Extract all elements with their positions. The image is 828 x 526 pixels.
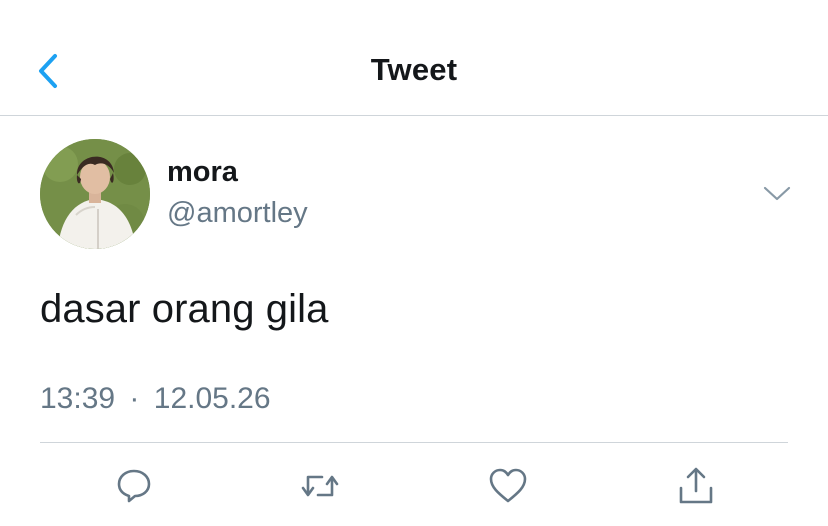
retweet-button[interactable] <box>298 464 342 508</box>
username[interactable]: @amortley <box>167 197 308 230</box>
heart-icon <box>489 468 527 503</box>
tweet-text: dasar orang gila <box>40 287 329 331</box>
page-title: Tweet <box>370 52 458 87</box>
retweet-icon <box>301 475 339 497</box>
profile-photo <box>40 139 150 249</box>
reply-button[interactable] <box>112 464 156 508</box>
tweet-time: 13:39 <box>40 382 116 415</box>
share-button[interactable] <box>674 464 718 508</box>
meta-separator: · <box>129 382 140 415</box>
chevron-down-icon <box>763 186 791 201</box>
navigation-bar: Tweet <box>0 0 828 116</box>
header-divider <box>0 115 828 116</box>
tweet-detail-screen: Tweet mora @amortley dasar orang gila 13… <box>0 0 828 526</box>
tweet-date: 12.05.26 <box>153 382 271 415</box>
reply-icon <box>117 469 151 503</box>
like-button[interactable] <box>486 464 530 508</box>
actions-divider <box>40 442 788 443</box>
share-icon <box>679 467 713 504</box>
display-name[interactable]: mora <box>167 156 238 189</box>
avatar[interactable] <box>40 139 150 249</box>
tweet-timestamp: 13:39 · 12.05.26 <box>40 382 271 416</box>
tweet-options-button[interactable] <box>760 180 794 206</box>
